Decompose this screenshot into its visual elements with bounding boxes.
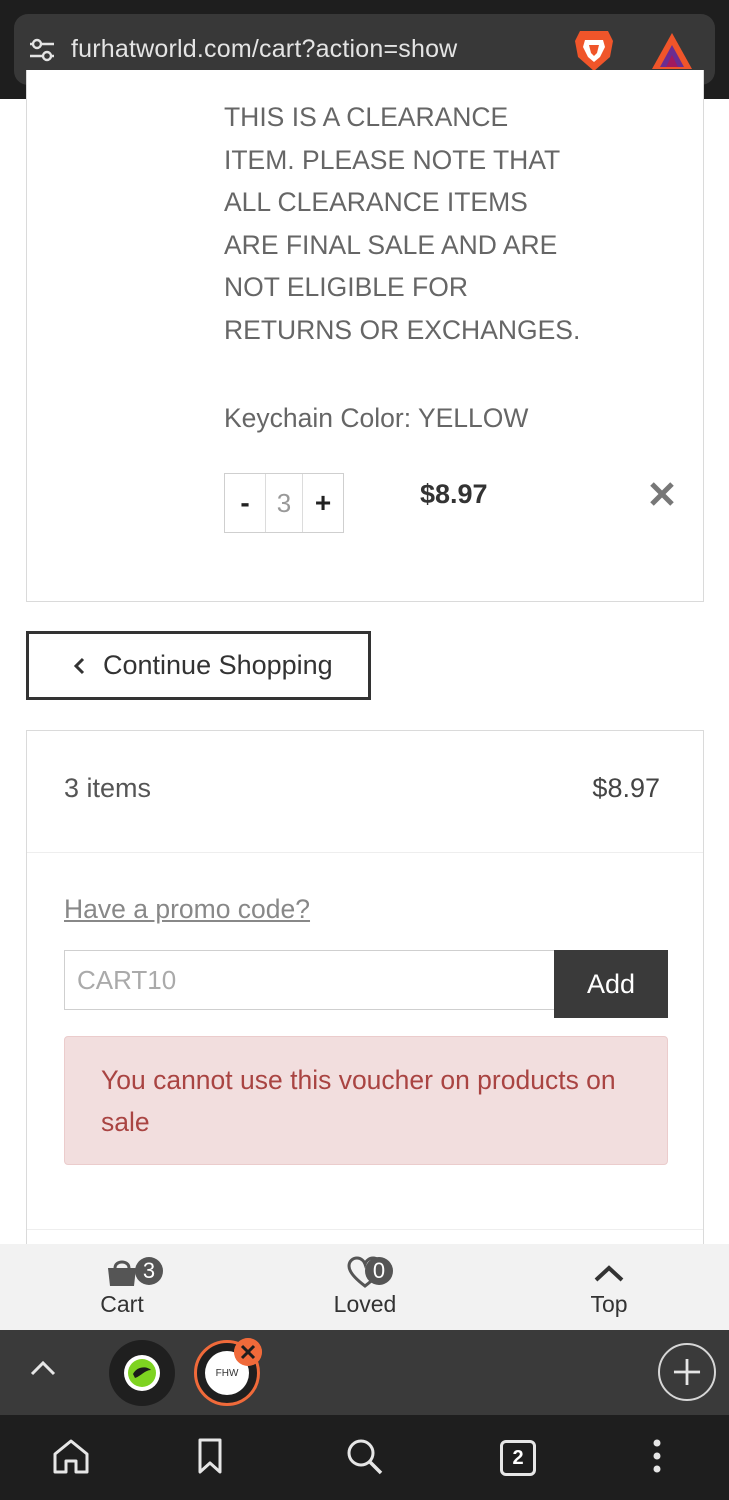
voucher-error-alert: You cannot use this voucher on products … [64,1036,668,1165]
site-bottom-nav: 3 Cart 0 Loved Top [0,1244,729,1330]
item-price: $8.97 [420,479,488,509]
bat-triangle-icon[interactable] [650,31,694,71]
nav-top[interactable]: Top [539,1244,679,1330]
more-menu-icon[interactable] [637,1436,677,1476]
summary-totals-row: 3 items $8.97 [27,731,703,853]
search-icon[interactable] [344,1436,384,1476]
nav-top-label: Top [590,1291,628,1317]
order-summary: 3 items $8.97 Have a promo code? Add You… [26,730,704,1330]
new-tab-icon[interactable] [658,1343,716,1401]
continue-shopping-label: Continue Shopping [103,650,333,680]
clearance-notice: THIS IS A CLEARANCE ITEM. PLEASE NOTE TH… [224,102,581,345]
site-favicon-icon [124,1355,160,1391]
url-text[interactable]: furhatworld.com/cart?action=show [71,35,457,64]
promo-code-link[interactable]: Have a promo code? [64,894,310,925]
continue-shopping-button[interactable]: Continue Shopping [26,631,371,700]
cart-item-card: THIS IS A CLEARANCE ITEM. PLEASE NOTE TH… [26,70,704,602]
close-tab-icon[interactable] [234,1338,262,1366]
page-root: furhatworld.com/cart?action=show THIS IS… [0,0,729,1500]
quantity-stepper: - 3 + [224,473,344,533]
cart-count-badge: 3 [135,1257,163,1285]
promo-code-input[interactable] [64,950,555,1010]
loved-count-badge: 0 [365,1257,393,1285]
qty-value[interactable]: 3 [265,474,303,532]
variant-label: Keychain Color: YELLOW [224,403,529,433]
home-icon[interactable] [51,1436,91,1476]
nav-loved-label: Loved [333,1291,397,1317]
divider [27,1229,703,1230]
remove-item-icon[interactable] [647,479,677,509]
brave-lion-icon[interactable] [572,27,616,73]
chevron-left-icon [73,657,85,674]
qty-increase-button[interactable]: + [303,474,343,532]
chevron-up-icon [594,1265,624,1282]
bookmark-icon[interactable] [190,1436,230,1476]
browser-tab-strip: FHW [0,1330,729,1415]
nav-loved[interactable]: 0 Loved [295,1244,435,1330]
tune-icon[interactable] [28,36,56,64]
qty-decrease-button[interactable]: - [225,474,265,532]
tab-thumbnail[interactable] [109,1340,175,1406]
nav-cart[interactable]: 3 Cart [52,1244,192,1330]
tab-switcher-button[interactable]: 2 [500,1440,536,1476]
browser-bottom-bar [0,1415,729,1500]
add-promo-button[interactable]: Add [554,950,668,1018]
nav-cart-label: Cart [100,1291,144,1317]
chevron-up-icon[interactable] [28,1354,58,1384]
item-count: 3 items [64,773,152,803]
cart-total: $8.97 [592,773,660,803]
